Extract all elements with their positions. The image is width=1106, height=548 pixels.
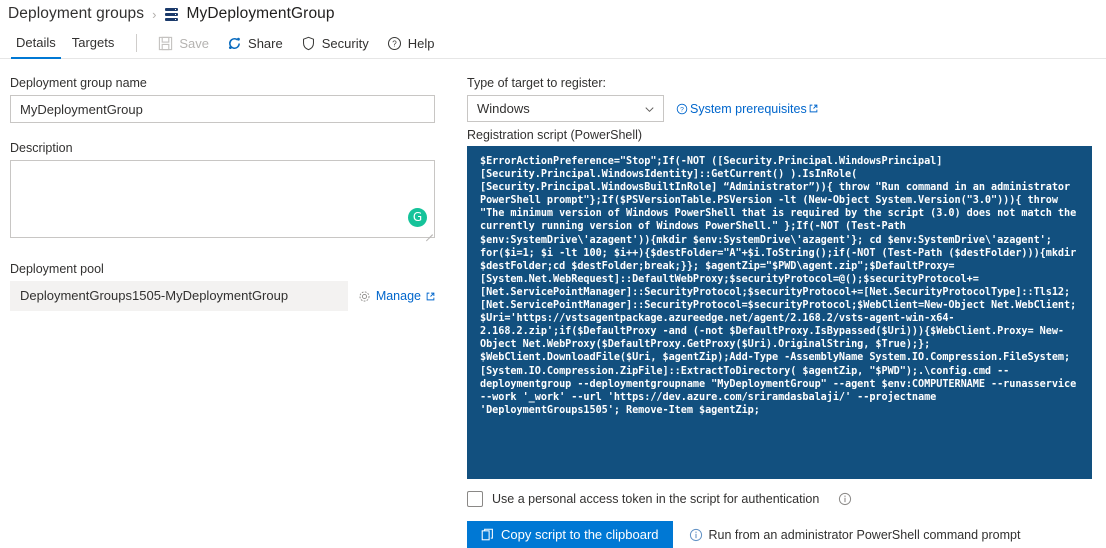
toolbar-divider: [136, 34, 138, 52]
registration-script-label: Registration script (PowerShell): [467, 128, 643, 142]
description-field-wrapper: G: [10, 160, 435, 242]
system-prerequisites-link[interactable]: ? System prerequisites: [676, 102, 818, 116]
gear-icon: [359, 291, 370, 301]
svg-text:?: ?: [392, 39, 397, 48]
security-button-label: Security: [321, 35, 369, 51]
tab-targets[interactable]: Targets: [64, 28, 123, 58]
security-button[interactable]: Security: [292, 28, 378, 58]
save-icon: [159, 36, 173, 50]
registration-panel: Type of target to register: Windows ? Sy…: [467, 76, 1092, 548]
breadcrumb: Deployment groups › MyDeploymentGroup: [0, 0, 1106, 28]
pat-checkbox-row: Use a personal access token in the scrip…: [467, 491, 1092, 507]
tab-details-label: Details: [16, 35, 56, 50]
toolbar: Details Targets Save Share Security ? He…: [0, 28, 1106, 59]
shield-icon: [302, 36, 314, 50]
breadcrumb-separator: ›: [152, 6, 157, 22]
info-circle-icon[interactable]: [838, 492, 852, 506]
help-circle-icon: ?: [676, 103, 688, 114]
run-hint-label: Run from an administrator PowerShell com…: [708, 527, 1021, 542]
deployment-pool-value: DeploymentGroups1505-MyDeploymentGroup: [10, 281, 348, 311]
copy-script-button-label: Copy script to the clipboard: [501, 527, 659, 542]
save-button: Save: [149, 28, 218, 58]
target-type-label: Type of target to register:: [467, 76, 606, 90]
share-icon: [229, 37, 240, 49]
breadcrumb-current-item: MyDeploymentGroup: [186, 5, 335, 22]
pat-checkbox[interactable]: [467, 491, 483, 507]
tab-targets-label: Targets: [71, 35, 115, 50]
copy-icon: [481, 528, 493, 541]
registration-script-code[interactable]: $ErrorActionPreference="Stop";If(-NOT ([…: [467, 146, 1092, 479]
description-textarea[interactable]: [10, 160, 435, 238]
target-type-selected-value: Windows: [477, 101, 530, 116]
system-prerequisites-label: System prerequisites: [690, 101, 807, 116]
breadcrumb-root-link[interactable]: Deployment groups: [8, 5, 144, 23]
pat-checkbox-label: Use a personal access token in the scrip…: [492, 492, 820, 506]
share-button[interactable]: Share: [218, 28, 292, 58]
help-circle-icon: ?: [387, 36, 401, 50]
script-actions-row: Copy script to the clipboard Run from an…: [467, 521, 1092, 548]
deployment-group-name-input[interactable]: [10, 95, 435, 123]
info-circle-icon: [689, 528, 702, 541]
manage-pool-link[interactable]: Manage: [358, 289, 435, 303]
details-form-left: Deployment group name Description G Depl…: [10, 76, 435, 311]
grammarly-icon[interactable]: G: [408, 208, 427, 227]
tab-details[interactable]: Details: [8, 28, 64, 59]
description-label: Description: [10, 141, 73, 155]
copy-script-button[interactable]: Copy script to the clipboard: [467, 521, 673, 548]
external-link-icon: [426, 292, 435, 300]
deployment-pool-row: DeploymentGroups1505-MyDeploymentGroup M…: [10, 281, 435, 311]
run-hint: Run from an administrator PowerShell com…: [689, 527, 1021, 542]
svg-text:?: ?: [680, 106, 684, 113]
manage-pool-label: Manage: [375, 289, 421, 303]
help-button-label: Help: [407, 35, 435, 51]
chevron-down-icon: [645, 107, 654, 113]
external-link-icon: [809, 104, 818, 113]
share-button-label: Share: [248, 35, 283, 51]
deployment-pool-label: Deployment pool: [10, 262, 104, 276]
deployment-group-name-label: Deployment group name: [10, 76, 147, 90]
target-type-select[interactable]: Windows: [467, 95, 664, 122]
target-type-row: Windows ? System prerequisites: [467, 95, 1092, 122]
help-button[interactable]: ? Help: [378, 28, 444, 58]
server-rack-icon: [164, 7, 179, 22]
save-button-label: Save: [179, 35, 210, 51]
